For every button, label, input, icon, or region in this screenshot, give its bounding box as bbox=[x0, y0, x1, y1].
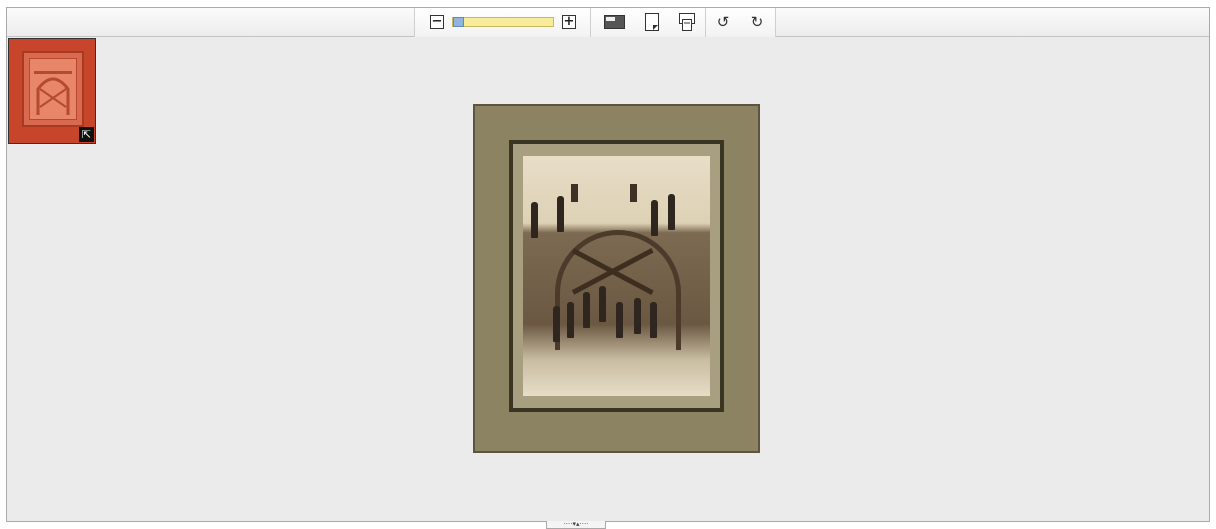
rotate-right-button[interactable]: ↻ bbox=[748, 13, 766, 31]
worker-figure bbox=[567, 302, 574, 338]
worker-figure bbox=[553, 306, 560, 342]
photo-frame bbox=[509, 140, 724, 412]
zoom-slider-thumb[interactable] bbox=[453, 17, 464, 27]
expand-arrow-icon[interactable]: ⇱ bbox=[79, 127, 94, 142]
zoom-in-button[interactable]: + bbox=[560, 13, 578, 31]
main-photograph[interactable] bbox=[523, 156, 710, 396]
chimney bbox=[630, 184, 637, 202]
photo-mount bbox=[473, 104, 760, 453]
single-page-button[interactable] bbox=[643, 13, 661, 31]
thumbnail-arch-graphic bbox=[34, 71, 72, 115]
worker-figure bbox=[650, 302, 657, 338]
panel-resize-handle[interactable]: ····▾▴···· bbox=[546, 521, 606, 529]
thumbnail-toggle-button[interactable] bbox=[603, 13, 625, 31]
worker-figure bbox=[651, 200, 658, 236]
worker-figure bbox=[668, 194, 675, 230]
minus-square-icon: − bbox=[430, 14, 444, 29]
rotate-left-icon: ↺ bbox=[716, 13, 730, 31]
zoom-slider[interactable] bbox=[452, 17, 554, 27]
worker-figure bbox=[583, 292, 590, 328]
view-controls bbox=[591, 8, 706, 37]
zoom-controls: − + bbox=[414, 8, 591, 37]
rotate-right-icon: ↻ bbox=[750, 13, 764, 31]
plus-square-icon: + bbox=[562, 14, 576, 29]
worker-figure bbox=[531, 202, 538, 238]
thumbnail-mount bbox=[22, 51, 84, 127]
image-viewer: − + ↺ ↻ ⇱ bbox=[6, 7, 1210, 522]
worker-figure bbox=[599, 286, 606, 322]
single-page-icon bbox=[645, 13, 659, 31]
rotate-controls: ↺ ↻ bbox=[706, 8, 776, 37]
thumbnail-image bbox=[29, 58, 77, 120]
worker-figure bbox=[557, 196, 564, 232]
rotate-left-button[interactable]: ↺ bbox=[714, 13, 732, 31]
worker-figure bbox=[634, 298, 641, 334]
fit-page-icon bbox=[679, 13, 695, 31]
thumbnail-toggle-icon bbox=[603, 15, 625, 29]
chimney bbox=[571, 184, 578, 202]
zoom-out-button[interactable]: − bbox=[428, 13, 446, 31]
page-thumbnail[interactable]: ⇱ bbox=[8, 38, 96, 144]
viewer-toolbar: − + ↺ ↻ bbox=[7, 8, 1209, 37]
worker-figure bbox=[616, 302, 623, 338]
fit-page-button[interactable] bbox=[678, 13, 696, 31]
